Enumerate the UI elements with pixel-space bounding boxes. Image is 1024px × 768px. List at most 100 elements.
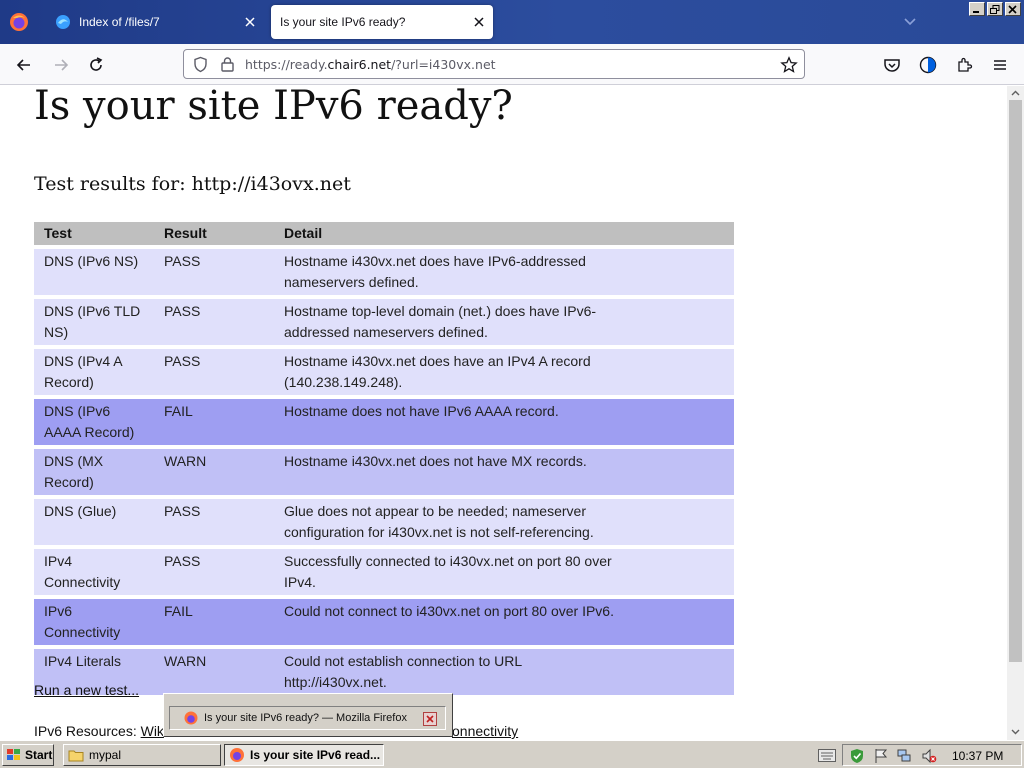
- page-content: Is your site IPv6 ready? Test results fo…: [0, 86, 1007, 740]
- shield-icon[interactable]: [192, 56, 209, 73]
- scroll-down-icon[interactable]: [1011, 727, 1020, 736]
- firefox-icon: [184, 711, 198, 725]
- start-label: Start: [25, 748, 53, 762]
- results-table: Test Result Detail DNS (IPv6 NS) PASS Ho…: [34, 218, 734, 699]
- taskbar: Start mypal Is your site IPv6 read... 10…: [0, 740, 1024, 768]
- url-suffix: /?url=i430vx.net: [391, 57, 496, 72]
- restore-button[interactable]: [987, 2, 1003, 16]
- test-result: PASS: [154, 299, 274, 345]
- table-header-row: Test Result Detail: [34, 222, 734, 245]
- navigation-toolbar: https://ready.chair6.net/?url=i430vx.net: [0, 44, 1024, 85]
- table-row: DNS (Glue) PASS Glue does not appear to …: [34, 499, 734, 545]
- test-name: DNS (IPv6 TLD NS): [34, 299, 154, 345]
- page-title: Is your site IPv6 ready?: [34, 86, 513, 129]
- contrast-icon[interactable]: [919, 56, 937, 74]
- vertical-scrollbar[interactable]: [1007, 86, 1024, 740]
- test-result: WARN: [154, 649, 274, 695]
- pocket-icon[interactable]: [883, 56, 901, 74]
- test-result: PASS: [154, 349, 274, 395]
- run-new-test-link[interactable]: Run a new test...: [34, 682, 139, 698]
- taskbar-button-label: Is your site IPv6 read...: [250, 748, 381, 762]
- url-text: https://ready.chair6.net/?url=i430vx.net: [245, 57, 496, 72]
- test-name: DNS (IPv6 NS): [34, 249, 154, 295]
- url-prefix: https://ready.: [245, 57, 328, 72]
- test-detail: Hostname i430vx.net does not have MX rec…: [274, 449, 734, 495]
- keyboard-icon[interactable]: [818, 749, 836, 762]
- close-icon[interactable]: [471, 14, 487, 30]
- extensions-icon[interactable]: [955, 56, 973, 74]
- test-result: FAIL: [154, 399, 274, 445]
- clock[interactable]: 10:37 PM: [952, 749, 1003, 763]
- test-result: PASS: [154, 549, 274, 595]
- ipv6-resources: IPv6 Resources: Wik onnectivity: [34, 723, 518, 739]
- firefox-icon: [230, 748, 244, 762]
- scroll-up-icon[interactable]: [1011, 89, 1020, 98]
- folder-icon: [68, 750, 84, 762]
- url-bar[interactable]: https://ready.chair6.net/?url=i430vx.net: [183, 49, 805, 79]
- network-icon[interactable]: [896, 748, 912, 764]
- window-controls: [969, 2, 1021, 16]
- table-row: IPv4 Connectivity PASS Successfully conn…: [34, 549, 734, 595]
- table-row: DNS (IPv6 TLD NS) PASS Hostname top-leve…: [34, 299, 734, 345]
- window-preview-popup[interactable]: Is your site IPv6 ready? — Mozilla Firef…: [163, 693, 453, 737]
- column-header-test: Test: [34, 222, 154, 245]
- test-detail: Glue does not appear to be needed; names…: [274, 499, 734, 545]
- close-icon[interactable]: [242, 14, 258, 30]
- shield-icon[interactable]: [849, 748, 865, 764]
- flag-icon[interactable]: [873, 748, 889, 764]
- tab-bar: Index of /files/7 Is your site IPv6 read…: [0, 0, 1024, 44]
- test-name: DNS (Glue): [34, 499, 154, 545]
- column-header-result: Result: [154, 222, 274, 245]
- table-row: IPv6 Connectivity FAIL Could not connect…: [34, 599, 734, 645]
- taskbar-button-firefox[interactable]: Is your site IPv6 read...: [224, 744, 384, 766]
- reload-icon[interactable]: [87, 56, 105, 74]
- test-name: IPv6 Connectivity: [34, 599, 154, 645]
- close-icon: [1008, 5, 1017, 14]
- url-host: chair6.net: [327, 57, 392, 72]
- minimize-icon: [973, 11, 979, 13]
- table-row: DNS (IPv6 AAAA Record) FAIL Hostname doe…: [34, 399, 734, 445]
- restore-icon: [990, 5, 1000, 14]
- test-name: DNS (IPv6 AAAA Record): [34, 399, 154, 445]
- scrollbar-thumb[interactable]: [1009, 100, 1022, 662]
- test-detail: Could not connect to i430vx.net on port …: [274, 599, 734, 645]
- test-result: PASS: [154, 499, 274, 545]
- system-tray: 10:37 PM: [842, 744, 1022, 766]
- test-result: FAIL: [154, 599, 274, 645]
- star-icon[interactable]: [780, 56, 798, 74]
- test-detail: Hostname i430vx.net does have an IPv4 A …: [274, 349, 734, 395]
- menu-icon[interactable]: [991, 56, 1009, 74]
- column-header-detail: Detail: [274, 222, 734, 245]
- tab-ipv6-ready[interactable]: Is your site IPv6 ready?: [271, 5, 493, 39]
- firefox-icon[interactable]: [9, 12, 29, 32]
- close-window-button[interactable]: [1005, 2, 1021, 16]
- table-row: DNS (IPv4 A Record) PASS Hostname i430vx…: [34, 349, 734, 395]
- test-detail: Hostname i430vx.net does have IPv6-addre…: [274, 249, 734, 295]
- taskbar-button-label: mypal: [89, 748, 122, 762]
- tab-index-files[interactable]: Index of /files/7: [46, 5, 264, 39]
- test-detail: Hostname top-level domain (net.) does ha…: [274, 299, 734, 345]
- edge-icon: [56, 15, 70, 29]
- close-icon[interactable]: [423, 712, 437, 726]
- taskbar-button-mypal[interactable]: mypal: [63, 744, 221, 766]
- volume-icon[interactable]: [921, 748, 937, 764]
- table-row: DNS (IPv6 NS) PASS Hostname i430vx.net d…: [34, 249, 734, 295]
- lock-icon[interactable]: [220, 56, 235, 73]
- start-button[interactable]: Start: [2, 744, 54, 766]
- forward-icon[interactable]: [52, 56, 70, 74]
- test-result: WARN: [154, 449, 274, 495]
- chevron-down-icon[interactable]: [903, 15, 917, 29]
- table-row: DNS (MX Record) WARN Hostname i430vx.net…: [34, 449, 734, 495]
- connectivity-link[interactable]: onnectivity: [452, 723, 518, 739]
- resources-label: IPv6 Resources:: [34, 723, 141, 739]
- minimize-button[interactable]: [969, 2, 985, 16]
- tab-title: Is your site IPv6 ready?: [280, 15, 406, 29]
- window-preview-item[interactable]: Is your site IPv6 ready? — Mozilla Firef…: [169, 706, 446, 730]
- window-preview-title: Is your site IPv6 ready? — Mozilla Firef…: [204, 712, 407, 724]
- test-result: PASS: [154, 249, 274, 295]
- back-icon[interactable]: [15, 56, 33, 74]
- wikipedia-link[interactable]: Wik: [141, 723, 164, 739]
- windows-logo-icon: [7, 749, 20, 760]
- tab-title: Index of /files/7: [79, 15, 160, 29]
- test-detail: Successfully connected to i430vx.net on …: [274, 549, 734, 595]
